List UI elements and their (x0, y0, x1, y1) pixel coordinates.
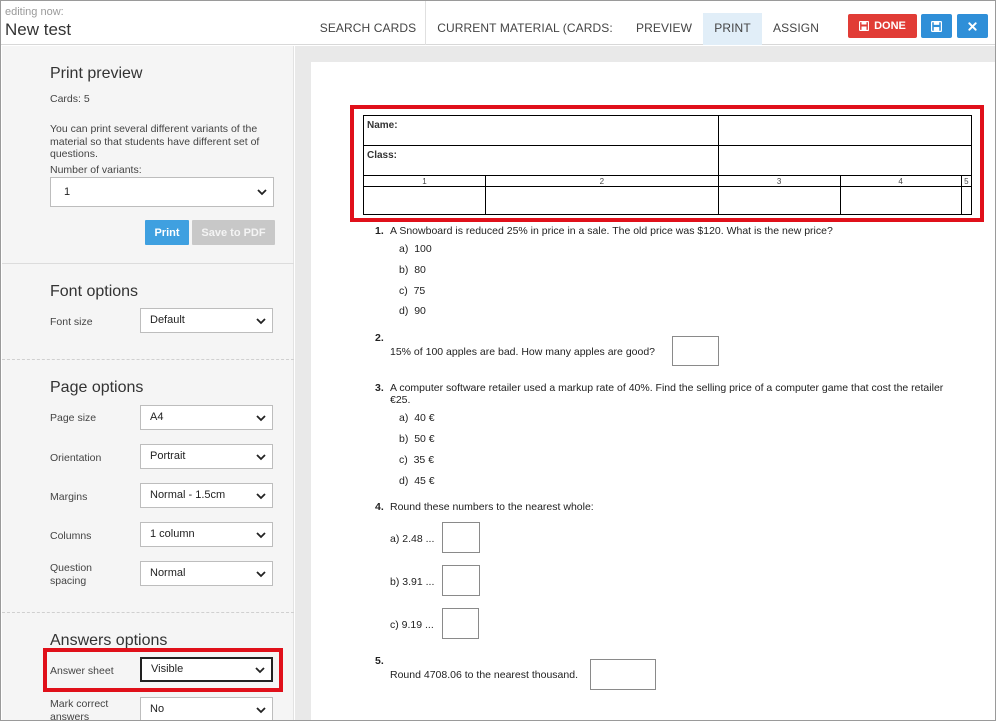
orientation-select[interactable]: Portrait (140, 444, 273, 469)
variants-label: Number of variants: (50, 164, 142, 176)
font-size-select[interactable]: Default (140, 308, 273, 333)
question-spacing-label: Question spacing (50, 562, 93, 587)
question-number: 1. (375, 225, 384, 237)
mark-correct-label: Mark correct answers (50, 698, 109, 721)
answer-box (442, 608, 479, 639)
question-text: 15% of 100 apples are bad. How many appl… (390, 346, 656, 358)
tab-print[interactable]: PRINT (703, 13, 762, 45)
question-number: 2. (375, 332, 384, 344)
chevron-down-icon (257, 189, 267, 196)
option-item: c) 75 (399, 285, 426, 297)
chevron-down-icon (256, 415, 266, 422)
columns-label: Columns (50, 530, 92, 542)
chevron-down-icon (256, 707, 266, 714)
font-size-value: Default (150, 314, 185, 326)
chevron-down-icon (256, 454, 266, 461)
question-spacing-value: Normal (150, 567, 186, 579)
orientation-label: Orientation (50, 452, 102, 464)
page-size-value: A4 (150, 411, 164, 423)
tab-assign[interactable]: ASSIGN (768, 13, 824, 45)
margins-label: Margins (50, 491, 88, 503)
highlight-box (350, 105, 984, 222)
sub-question: a) 2.48 ... (390, 533, 435, 545)
page-options-title: Page options (50, 379, 144, 396)
option-item: a) 40 € (399, 412, 435, 424)
floppy-disk-icon (931, 20, 942, 32)
preview-area[interactable]: Name: Class: 1 2 3 4 5 1. A Snowboard is… (295, 46, 995, 720)
mark-correct-value: No (150, 703, 165, 715)
question-number: 4. (375, 501, 384, 513)
close-button[interactable] (957, 14, 988, 38)
answer-sheet-value: Visible (151, 663, 184, 675)
page-size-select[interactable]: A4 (140, 405, 273, 430)
section-divider (2, 263, 294, 264)
question-text: A Snowboard is reduced 25% in price in a… (390, 225, 833, 237)
option-item: c) 35 € (399, 454, 435, 466)
question-text: Round 4708.06 to the nearest thousand. (390, 669, 578, 681)
print-preview-title: Print preview (50, 65, 143, 82)
section-divider (2, 612, 294, 613)
orientation-value: Portrait (150, 450, 186, 462)
editing-label: editing now: (5, 6, 64, 18)
answer-box (442, 565, 480, 596)
option-item: b) 80 (399, 264, 426, 276)
save-to-pdf-button[interactable]: Save to PDF (192, 220, 275, 245)
chevron-down-icon (256, 571, 266, 578)
tab-separator (425, 1, 426, 45)
option-item: b) 50 € (399, 433, 435, 445)
sub-question: c) 9.19 ... (390, 619, 434, 631)
settings-panel: Print preview Cards: 5 You can print sev… (2, 46, 294, 721)
question-spacing-select[interactable]: Normal (140, 561, 273, 586)
print-page: Name: Class: 1 2 3 4 5 1. A Snowboard is… (311, 62, 995, 720)
print-button[interactable]: Print (145, 220, 189, 245)
question-text: Round these numbers to the nearest whole… (390, 501, 594, 513)
answer-sheet-label: Answer sheet (50, 665, 114, 677)
option-item: d) 45 € (399, 475, 435, 487)
variants-select[interactable]: 1 (50, 177, 274, 207)
chevron-down-icon (256, 318, 266, 325)
answer-box (590, 659, 656, 690)
variants-value: 1 (64, 186, 71, 198)
mark-correct-select[interactable]: No (140, 697, 273, 720)
margins-value: Normal - 1.5cm (150, 489, 226, 501)
font-size-label: Font size (50, 316, 93, 328)
answer-box (442, 522, 480, 553)
option-item: d) 90 (399, 305, 426, 317)
option-item: a) 100 (399, 243, 432, 255)
document-title: New test (5, 20, 72, 39)
floppy-disk-icon (859, 21, 870, 31)
chevron-down-icon (255, 667, 265, 674)
answer-sheet-select[interactable]: Visible (140, 657, 273, 682)
sub-question: b) 3.91 ... (390, 576, 435, 588)
top-bar: editing now: New test SEARCH CARDS CURRE… (1, 1, 995, 65)
done-button[interactable]: DONE (848, 14, 917, 38)
margins-select[interactable]: Normal - 1.5cm (140, 483, 273, 508)
section-divider (2, 359, 294, 360)
chevron-down-icon (256, 532, 266, 539)
question-number: 5. (375, 655, 384, 667)
font-options-title: Font options (50, 283, 139, 300)
tab-search-cards[interactable]: SEARCH CARDS (313, 13, 423, 45)
close-icon (968, 21, 977, 31)
page-size-label: Page size (50, 412, 97, 424)
tab-current-material[interactable]: CURRENT MATERIAL (CARDS: 12) (431, 13, 619, 65)
save-button[interactable] (921, 14, 952, 38)
chevron-down-icon (256, 493, 266, 500)
question-text: A computer software retailer used a mark… (390, 382, 944, 406)
columns-value: 1 column (150, 528, 195, 540)
tab-preview[interactable]: PREVIEW (629, 13, 699, 45)
answer-box (672, 336, 719, 366)
app-window: editing now: New test SEARCH CARDS CURRE… (0, 0, 996, 721)
columns-select[interactable]: 1 column (140, 522, 273, 547)
question-number: 3. (375, 382, 384, 394)
variants-description: You can print several different variants… (50, 123, 260, 160)
done-label: DONE (874, 20, 906, 32)
cards-count: Cards: 5 (50, 93, 90, 105)
